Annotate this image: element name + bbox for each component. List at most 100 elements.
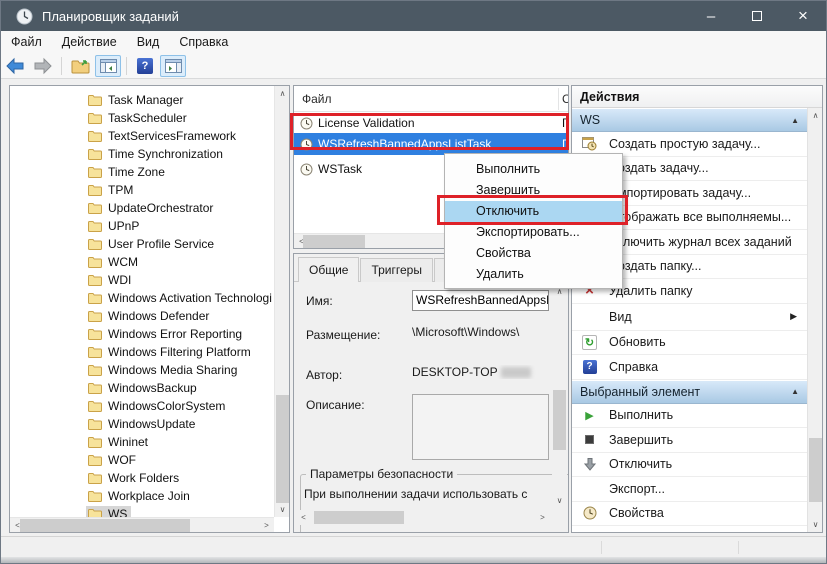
task-clock-icon <box>300 138 313 150</box>
show-action-pane-button[interactable] <box>160 54 186 77</box>
actions-section-ws-header[interactable]: WS ▲ <box>572 108 807 132</box>
tree-item[interactable]: WDI <box>10 271 274 289</box>
menu-file[interactable]: Файл <box>1 31 52 53</box>
context-menu-disable[interactable]: Отключить <box>445 201 622 222</box>
tree-item[interactable]: UpdateOrchestrator <box>10 199 274 217</box>
collapse-section-icon[interactable]: ▲ <box>791 387 799 396</box>
description-field-box[interactable] <box>412 394 549 460</box>
context-menu-run[interactable]: Выполнить <box>445 159 622 180</box>
scrollbar-thumb[interactable] <box>303 235 365 248</box>
tree-item[interactable]: Work Folders <box>10 469 274 487</box>
scroll-right-icon[interactable]: > <box>535 510 550 525</box>
forward-button[interactable] <box>30 55 56 77</box>
tab-triggers[interactable]: Триггеры <box>360 258 433 282</box>
task-clock-icon <box>300 117 313 129</box>
action-end[interactable]: Завершить <box>572 428 807 453</box>
context-menu-properties[interactable]: Свойства <box>445 243 622 264</box>
action-help[interactable]: ? Справка <box>572 355 807 380</box>
close-icon: × <box>798 6 808 25</box>
tree-item-label: WDI <box>108 273 132 287</box>
folder-icon <box>88 383 102 394</box>
scroll-up-icon[interactable]: ∧ <box>808 108 822 123</box>
menu-action[interactable]: Действие <box>52 31 127 53</box>
tree-item[interactable]: Windows Error Reporting <box>10 325 274 343</box>
tree-item[interactable]: Time Zone <box>10 163 274 181</box>
actions-pane-title: Действия <box>572 86 822 108</box>
action-export[interactable]: Экспорт... <box>572 477 807 502</box>
action-refresh[interactable]: ↻ Обновить <box>572 331 807 355</box>
scrollbar-thumb[interactable] <box>809 438 822 502</box>
tree-item[interactable]: Windows Media Sharing <box>10 361 274 379</box>
collapse-section-icon[interactable]: ▲ <box>791 116 799 125</box>
action-properties[interactable]: Свойства <box>572 502 807 526</box>
context-menu-export[interactable]: Экспортировать... <box>445 222 622 243</box>
details-vertical-scrollbar[interactable]: ∧ ∨ <box>552 284 567 508</box>
actions-section-selected-item-header[interactable]: Выбранный элемент ▲ <box>572 379 807 404</box>
action-run[interactable]: ▶ Выполнить <box>572 404 807 428</box>
menu-help[interactable]: Справка <box>169 31 238 53</box>
column-header-status[interactable]: С <box>562 92 568 106</box>
context-menu-end[interactable]: Завершить <box>445 180 622 201</box>
tree-item[interactable]: Windows Activation Technologi <box>10 289 274 307</box>
author-redacted-blur <box>500 367 531 379</box>
tree-item[interactable]: Time Synchronization <box>10 145 274 163</box>
show-console-tree-button[interactable] <box>95 54 121 77</box>
tree-list: Task Manager TaskScheduler TextServicesF… <box>10 86 274 517</box>
name-field-value[interactable]: WSRefreshBannedAppsListTask <box>412 290 549 311</box>
action-delete[interactable]: × Удалить <box>572 526 807 532</box>
tree-item[interactable]: WCM <box>10 253 274 271</box>
scroll-down-icon[interactable]: ∨ <box>275 502 289 517</box>
minimize-button[interactable]: – <box>688 1 734 31</box>
details-horizontal-scrollbar[interactable]: < > <box>296 510 550 525</box>
security-options-text: При выполнении задачи использовать с <box>304 487 528 501</box>
tree-item[interactable]: Wininet <box>10 433 274 451</box>
scrollbar-thumb[interactable] <box>553 390 566 450</box>
scroll-left-icon[interactable]: < <box>296 510 311 525</box>
tree-item[interactable]: TaskScheduler <box>10 109 274 127</box>
tree-item[interactable]: WindowsUpdate <box>10 415 274 433</box>
column-header-file[interactable]: Файл <box>302 92 332 106</box>
statusbar <box>1 536 826 557</box>
scroll-down-icon[interactable]: ∨ <box>808 517 822 532</box>
tree-vertical-scrollbar[interactable]: ∧ ∨ <box>274 86 289 517</box>
tree-item[interactable]: TPM <box>10 181 274 199</box>
scrollbar-thumb[interactable] <box>276 395 289 503</box>
scrollbar-thumb[interactable] <box>20 519 190 532</box>
context-menu-delete[interactable]: Удалить <box>445 264 622 285</box>
statusbar-divider <box>601 541 602 554</box>
tree-item-label: TPM <box>108 183 134 197</box>
tab-general[interactable]: Общие <box>298 257 360 282</box>
tree-item[interactable]: UPnP <box>10 217 274 235</box>
author-text: DESKTOP-TOP <box>412 365 498 379</box>
tree-item[interactable]: Windows Filtering Platform <box>10 343 274 361</box>
tree-item[interactable]: Workplace Join <box>10 487 274 505</box>
tree-item[interactable]: User Profile Service <box>10 235 274 253</box>
folder-icon <box>88 311 102 322</box>
tree-item[interactable]: WindowsColorSystem <box>10 397 274 415</box>
column-divider[interactable] <box>558 88 559 110</box>
action-disable[interactable]: Отключить <box>572 453 807 477</box>
scroll-right-icon[interactable]: > <box>259 518 274 532</box>
help-button[interactable]: ? <box>132 55 158 77</box>
window-bottom-edge <box>1 557 826 563</box>
tree-horizontal-scrollbar[interactable]: < > <box>10 517 274 532</box>
scrollbar-thumb[interactable] <box>314 511 404 524</box>
task-row-license-validation[interactable]: License Validation Г <box>294 113 568 133</box>
tree-item[interactable]: WOF <box>10 451 274 469</box>
tree-item[interactable]: WindowsBackup <box>10 379 274 397</box>
actions-vertical-scrollbar[interactable]: ∧ ∨ <box>807 108 822 532</box>
tree-item[interactable]: TextServicesFramework <box>10 127 274 145</box>
maximize-button[interactable] <box>734 1 780 31</box>
tree-item[interactable]: Task Manager <box>10 91 274 109</box>
action-view[interactable]: Вид ▶ <box>572 304 807 331</box>
up-folder-button[interactable] <box>67 55 93 77</box>
action-item-label: Обновить <box>609 335 666 350</box>
scroll-up-icon[interactable]: ∧ <box>275 86 289 101</box>
scroll-down-icon[interactable]: ∨ <box>552 493 567 508</box>
tree-item-ws-selected[interactable]: WS <box>10 505 274 517</box>
close-button[interactable]: × <box>780 1 826 31</box>
back-button[interactable] <box>2 55 28 77</box>
task-row-wsrefreshbannedappslisttask[interactable]: WSRefreshBannedAppsListTask П <box>294 133 568 155</box>
tree-item[interactable]: Windows Defender <box>10 307 274 325</box>
menu-view[interactable]: Вид <box>127 31 170 53</box>
